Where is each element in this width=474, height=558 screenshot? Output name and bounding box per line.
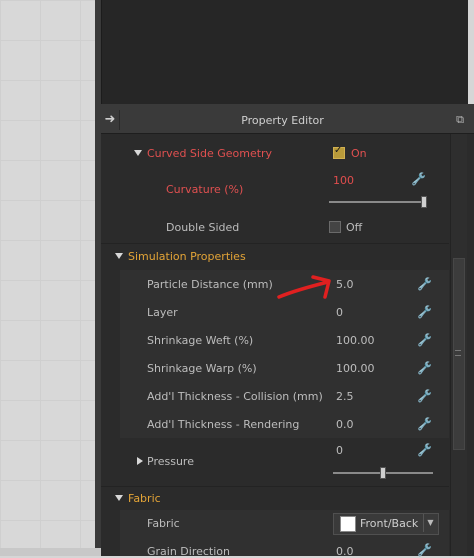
row-label: Layer <box>147 306 178 319</box>
wrench-icon[interactable]: 🔧 <box>417 417 432 431</box>
scrollbar-grip <box>455 350 461 356</box>
red-arrow-annotation <box>277 275 331 299</box>
object-browser-panel <box>101 0 468 104</box>
wrench-icon[interactable]: 🔧 <box>417 443 432 457</box>
fabric-label: Fabric <box>147 517 180 530</box>
pressure-slider-handle[interactable] <box>380 467 386 479</box>
pressure-label: Pressure <box>147 455 194 468</box>
curved-side-toggle-checkbox[interactable] <box>333 145 345 159</box>
status-strip <box>0 548 101 556</box>
curved-side-geometry-label: Curved Side Geometry <box>147 147 273 160</box>
grain-direction-label: Grain Direction <box>147 545 231 558</box>
wrench-icon[interactable]: 🔧 <box>417 333 432 347</box>
layer-value[interactable]: 0 <box>336 306 343 319</box>
grain-direction-value[interactable]: 0.0 <box>336 545 354 558</box>
shrinkage-warp-value[interactable]: 100.00 <box>336 362 375 375</box>
thickness-collision-value[interactable]: 2.5 <box>336 390 354 403</box>
wrench-icon[interactable]: 🔧 <box>417 543 432 557</box>
row-label: Add'l Thickness - Collision (mm) <box>147 390 323 403</box>
thickness-rendering-value[interactable]: 0.0 <box>336 418 354 431</box>
popout-icon[interactable]: ⧉ <box>453 113 467 127</box>
expand-triangle-icon[interactable] <box>137 457 143 465</box>
curvature-slider-handle[interactable] <box>421 196 428 208</box>
curved-side-toggle-label: On <box>351 147 367 160</box>
double-sided-checkbox[interactable] <box>329 221 341 233</box>
simulation-properties-header[interactable]: Simulation Properties <box>128 250 246 263</box>
wrench-icon[interactable]: 🔧 <box>417 305 432 319</box>
row-label: Shrinkage Warp (%) <box>147 362 257 375</box>
fabric-section-header[interactable]: Fabric <box>128 492 161 505</box>
double-sided-value: Off <box>346 221 363 234</box>
row-label: Particle Distance (mm) <box>147 278 273 291</box>
shrinkage-weft-value[interactable]: 100.00 <box>336 334 375 347</box>
wrench-icon[interactable]: 🔧 <box>411 172 426 186</box>
fabric-select-value: Front/Back <box>360 517 419 530</box>
section-divider <box>101 486 449 487</box>
fabric-color-swatch <box>340 516 356 532</box>
panel-title: Property Editor <box>241 114 324 127</box>
curvature-value[interactable]: 100 <box>333 174 354 187</box>
collapse-triangle-icon[interactable] <box>115 495 123 501</box>
curvature-slider-track[interactable] <box>329 201 426 203</box>
collapse-triangle-icon[interactable] <box>115 253 123 259</box>
double-sided-label: Double Sided <box>166 221 240 234</box>
curvature-label: Curvature (%) <box>166 183 244 196</box>
section-divider <box>101 243 449 244</box>
3d-viewport-canvas[interactable] <box>0 0 95 556</box>
wrench-icon[interactable]: 🔧 <box>417 277 432 291</box>
chevron-down-icon[interactable]: ▼ <box>423 514 437 532</box>
pressure-value[interactable]: 0 <box>336 444 343 457</box>
row-label: Add'l Thickness - Rendering (mm <box>147 418 299 431</box>
wrench-icon[interactable]: 🔧 <box>417 389 432 403</box>
pin-arrow-icon[interactable]: ➜ <box>101 110 120 130</box>
wrench-icon[interactable]: 🔧 <box>417 361 432 375</box>
row-label: Shrinkage Weft (%) <box>147 334 254 347</box>
particle-distance-value[interactable]: 5.0 <box>336 278 354 291</box>
collapse-triangle-icon[interactable] <box>134 150 142 156</box>
